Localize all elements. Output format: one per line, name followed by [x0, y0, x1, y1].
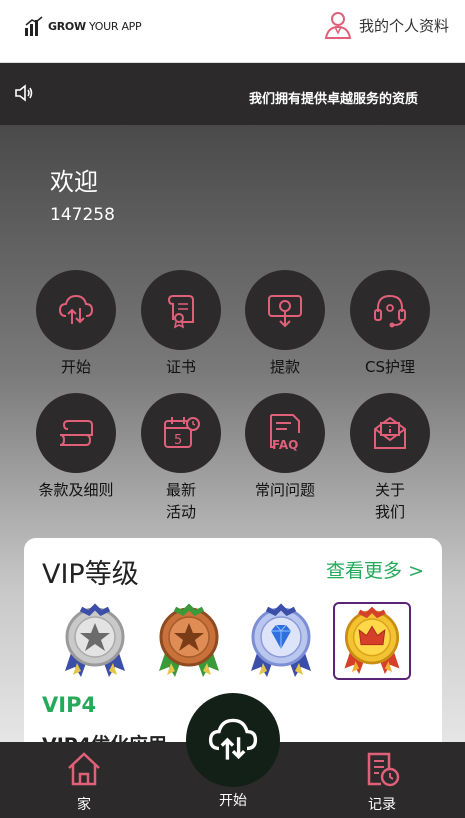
calendar-event-icon: 5: [164, 417, 200, 448]
menu-item-withdraw[interactable]: 提款: [230, 270, 340, 378]
menu-item-label: 关于 我们: [374, 481, 405, 521]
welcome-title: 欢迎: [50, 168, 98, 196]
logo-bold-text: GROW: [48, 19, 86, 33]
menu-item-faq[interactable]: FAQ 常问问题: [230, 393, 340, 501]
nav-home[interactable]: 家: [44, 750, 124, 814]
menu-item-start-circle: [36, 270, 116, 350]
menu-item-faq-circle: FAQ: [245, 393, 325, 473]
growth-bars-icon: [25, 16, 43, 36]
menu-item-label: 证书: [165, 358, 196, 376]
nav-home-label: 家: [77, 797, 91, 813]
menu-item-label: CS护理: [365, 358, 415, 376]
user-profile-icon: [324, 12, 352, 39]
vip2-medal[interactable]: [150, 602, 228, 680]
announcement-ticker: 我们拥有提供卓越服务的资质: [0, 63, 465, 125]
menu-item-label: 最新 活动: [165, 481, 196, 521]
envelope-info-icon: [374, 416, 406, 449]
profile-link[interactable]: 我的个人资料: [323, 10, 449, 40]
logo-light-text: YOUR APP: [85, 19, 142, 33]
menu-item-certificate[interactable]: 证书: [126, 270, 236, 378]
scroll-certificate-icon: [167, 295, 194, 329]
start-fab-button[interactable]: [186, 693, 280, 787]
ticker-text: 我们拥有提供卓越服务的资质: [249, 92, 419, 107]
cloud-upload-download-icon: [58, 294, 94, 324]
withdraw-icon: [268, 295, 302, 328]
menu-item-about-circle: [350, 393, 430, 473]
menu-item-label: 提款: [269, 358, 300, 376]
menu-item-label: 条款及细则: [38, 481, 114, 499]
headset-icon: [374, 294, 406, 328]
cloud-upload-download-icon: [208, 718, 258, 760]
view-more-link[interactable]: 查看更多 >: [326, 556, 424, 583]
vip4-medal-selected[interactable]: [333, 602, 411, 680]
speaker-icon[interactable]: [14, 83, 34, 103]
vip-level-label: VIP4: [42, 693, 97, 717]
vip1-medal[interactable]: [56, 602, 134, 680]
records-clock-icon: [367, 752, 400, 787]
vip3-medal[interactable]: [242, 602, 320, 680]
menu-item-label: 常问问题: [254, 481, 315, 499]
menu-item-terms[interactable]: 条款及细则: [21, 393, 131, 501]
nav-records[interactable]: 记录: [342, 750, 422, 814]
gold-crown-medal-icon: [344, 606, 400, 674]
app-logo[interactable]: GROW YOUR APP: [24, 16, 142, 36]
home-icon: [68, 752, 100, 786]
diamond-medal-icon: [251, 603, 311, 677]
menu-item-label: 开始: [60, 358, 91, 376]
nav-records-label: 记录: [368, 797, 396, 813]
menu-item-withdraw-circle: [245, 270, 325, 350]
menu-item-terms-circle: [36, 393, 116, 473]
menu-item-events-circle: 5: [141, 393, 221, 473]
vip-title: VIP等级: [42, 559, 139, 590]
faq-icon: FAQ: [270, 414, 300, 452]
user-id: 147258: [50, 205, 115, 225]
menu-item-start[interactable]: 开始: [21, 270, 131, 378]
menu-item-cs[interactable]: CS护理: [335, 270, 445, 378]
svg-text:5: 5: [174, 433, 182, 448]
app-header: GROW YOUR APP 我的个人资料: [0, 0, 465, 63]
profile-label: 我的个人资料: [358, 16, 449, 35]
nav-start-label: 开始: [219, 793, 247, 809]
svg-text:FAQ: FAQ: [272, 438, 298, 452]
menu-item-events[interactable]: 5 最新 活动: [126, 393, 236, 523]
terms-scroll-icon: [59, 420, 93, 446]
silver-star-medal-icon: [65, 603, 125, 677]
bronze-star-medal-icon: [159, 603, 219, 677]
logo-text: GROW YOUR APP: [48, 19, 142, 33]
menu-item-about[interactable]: 关于 我们: [335, 393, 445, 523]
menu-item-cs-circle: [350, 270, 430, 350]
menu-item-certificate-circle: [141, 270, 221, 350]
